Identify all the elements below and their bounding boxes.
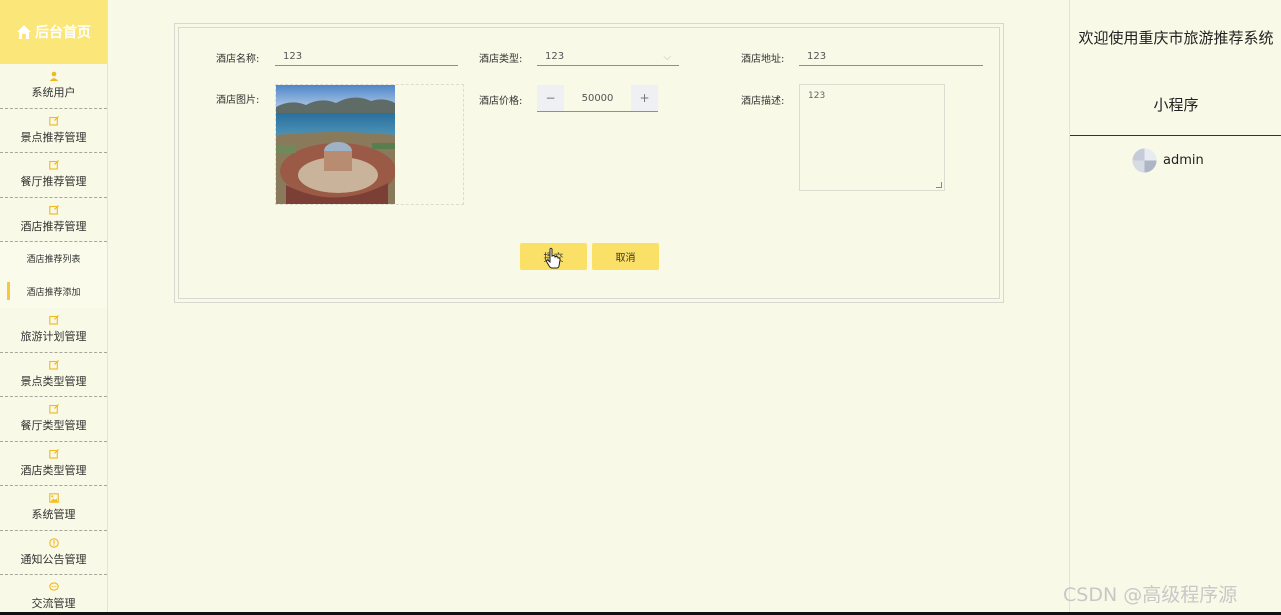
sidebar: 后台首页 系统用户 景点推荐管理 餐厅推荐管理 酒店推荐管理 酒店推荐列表 酒店… (0, 0, 108, 615)
sidebar-item-label: 旅游计划管理 (20, 330, 87, 344)
hotel-price-label: 酒店价格: (479, 96, 523, 107)
sidebar-item-label: 餐厅推荐管理 (20, 175, 87, 189)
resize-handle-icon[interactable] (936, 182, 942, 188)
price-decrement-button[interactable]: − (537, 85, 564, 111)
sidebar-item-hotel-type[interactable]: 酒店类型管理 (0, 442, 107, 486)
sidebar-item-label: 酒店推荐管理 (20, 219, 87, 233)
username: admin (1163, 153, 1204, 168)
welcome-title: 欢迎使用重庆市旅游推荐系统 (1078, 29, 1274, 47)
watermark: CSDN @高级程序源 (1063, 584, 1238, 606)
sidebar-item-label: 通知公告管理 (20, 552, 87, 566)
welcome-subtitle: 小程序 (1153, 96, 1199, 114)
hotel-address-input[interactable]: 123 (799, 47, 983, 66)
hotel-description-textarea[interactable]: 123 (799, 84, 945, 191)
hotel-name-input[interactable]: 123 (275, 47, 458, 66)
picture-icon (48, 493, 59, 503)
sidebar-item-scenic-type[interactable]: 景点类型管理 (0, 353, 107, 397)
sidebar-item-system-management[interactable]: 系统管理 (0, 486, 107, 531)
hotel-description-value: 123 (808, 91, 826, 101)
edit-icon (48, 160, 59, 170)
sidebar-item-restaurant-recommend[interactable]: 餐厅推荐管理 (0, 153, 107, 198)
home-icon (17, 25, 31, 39)
price-increment-button[interactable]: + (631, 85, 658, 111)
sidebar-item-chat-management[interactable]: 交流管理 (0, 575, 107, 615)
sidebar-item-restaurant-type[interactable]: 餐厅类型管理 (0, 397, 107, 442)
sidebar-item-label: 交流管理 (31, 597, 76, 611)
sidebar-item-notice-management[interactable]: 通知公告管理 (0, 531, 107, 575)
edit-icon (48, 204, 59, 215)
sidebar-item-label: 餐厅类型管理 (20, 419, 87, 433)
hotel-type-value: 123 (545, 51, 565, 62)
hotel-image-upload[interactable] (275, 84, 464, 205)
chevron-down-icon: ⌵ (663, 52, 671, 63)
sidebar-item-travel-plan[interactable]: 旅游计划管理 (0, 308, 107, 353)
sidebar-item-label: 景点类型管理 (20, 374, 87, 388)
sidebar-subitem-hotel-add[interactable]: 酒店推荐添加 (0, 275, 107, 308)
sidebar-item-hotel-recommend[interactable]: 酒店推荐管理 (0, 198, 107, 242)
hotel-type-select[interactable]: 123 ⌵ (537, 47, 679, 66)
sidebar-home-label: 后台首页 (35, 25, 91, 41)
sidebar-subitem-label: 酒店推荐列表 (26, 255, 81, 265)
edit-icon (48, 315, 59, 325)
right-panel: 欢迎使用重庆市旅游推荐系统 小程序 admin (1069, 0, 1281, 615)
cancel-button[interactable]: 取消 (592, 243, 659, 270)
hotel-form-card: 酒店名称: 123 酒店类型: 123 ⌵ 酒店地址: 123 酒店图片: 酒店… (174, 23, 1004, 303)
user-icon (49, 71, 58, 82)
sidebar-item-label: 系统管理 (31, 508, 76, 522)
hotel-name-label: 酒店名称: (216, 54, 260, 65)
sidebar-subitem-label: 酒店推荐添加 (26, 288, 81, 298)
chat-icon (48, 582, 59, 591)
divider (1070, 135, 1281, 136)
price-value[interactable]: 50000 (564, 85, 631, 111)
edit-icon (48, 404, 59, 414)
sidebar-home-button[interactable]: 后台首页 (0, 0, 107, 64)
edit-icon (48, 448, 59, 459)
user-info[interactable]: admin (1132, 148, 1204, 173)
hotel-description-label: 酒店描述: (741, 96, 785, 107)
sidebar-item-label: 系统用户 (31, 86, 76, 100)
hotel-address-label: 酒店地址: (741, 54, 785, 65)
hotel-image-label: 酒店图片: (216, 95, 260, 106)
info-icon (48, 538, 59, 548)
hotel-form: 酒店名称: 123 酒店类型: 123 ⌵ 酒店地址: 123 酒店图片: 酒店… (178, 27, 1000, 299)
sidebar-item-scenic-recommend[interactable]: 景点推荐管理 (0, 109, 107, 153)
edit-icon (48, 115, 59, 126)
sidebar-subitem-hotel-list[interactable]: 酒店推荐列表 (0, 242, 107, 275)
sidebar-item-label: 酒店类型管理 (20, 463, 87, 477)
hotel-type-label: 酒店类型: (479, 54, 523, 65)
avatar-icon (1132, 148, 1157, 173)
hotel-photo-image (276, 85, 395, 204)
hotel-image-preview[interactable] (276, 85, 395, 204)
hotel-price-stepper[interactable]: − 50000 + (537, 85, 658, 112)
sidebar-item-label: 景点推荐管理 (20, 130, 87, 144)
edit-icon (48, 359, 59, 370)
sidebar-item-system-users[interactable]: 系统用户 (0, 64, 107, 109)
hand-cursor-icon (545, 247, 561, 269)
